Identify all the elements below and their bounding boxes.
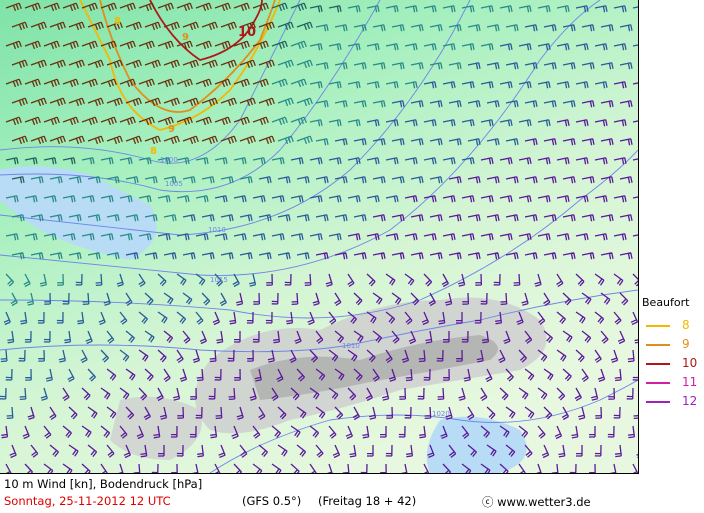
map-title: 10 m Wind [kn], Bodendruck [hPa] [4,477,203,491]
isobar-label: 1010 [342,342,360,350]
isobar-label: 1010 [208,226,226,234]
legend-swatch [646,382,670,384]
legend-label: 12 [682,394,698,408]
wind-pressure-map: 1000 1005 1010 1015 1010 1020 8 9 10 9 8 [0,0,638,473]
model-name: (GFS 0.5°) [242,494,302,508]
legend-item: 8 [644,318,702,334]
legend-label: 8 [682,318,690,332]
isobar-label: 1000 [160,156,178,164]
legend-item: 12 [644,394,702,410]
legend-item: 10 [644,356,702,372]
valid-date: Sonntag, 25-11-2012 12 UTC [4,494,171,508]
isobar-label: 1005 [165,180,183,188]
copyright-link[interactable]: ⓒ www.wetter3.de [482,494,591,510]
legend-item: 11 [644,375,702,391]
legend-title: Beaufort [642,296,690,309]
legend-label: 10 [682,356,698,370]
beaufort-label: 9 [182,32,189,43]
map-footer: 10 m Wind [kn], Bodendruck [hPa] Sonntag… [0,474,638,513]
legend-swatch [646,363,670,365]
legend-item: 9 [644,337,702,353]
legend-swatch [646,401,670,403]
model-run: (Freitag 18 + 42) [318,494,417,508]
legend-swatch [646,325,670,327]
beaufort-label: 9 [168,124,175,135]
legend-swatch [646,344,670,346]
beaufort-label: 8 [150,146,157,157]
legend-label: 11 [682,375,698,389]
legend-label: 9 [682,337,690,351]
weather-map: 1000 1005 1010 1015 1010 1020 8 9 10 9 8 [0,0,639,474]
beaufort-label: 10 [238,25,256,40]
beaufort-label: 8 [114,16,121,27]
isobar-label: 1020 [432,410,450,418]
isobar-label: 1015 [210,276,228,284]
